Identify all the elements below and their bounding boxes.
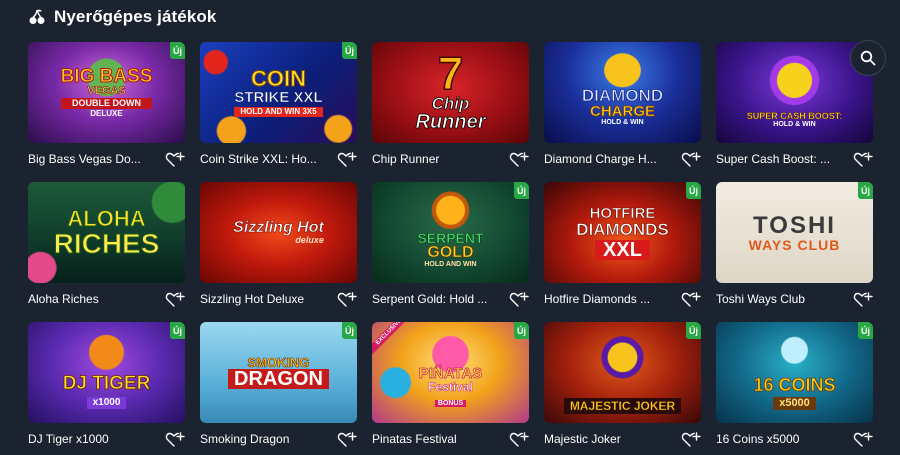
search-icon	[860, 50, 876, 66]
game-title[interactable]: Serpent Gold: Hold ...	[372, 292, 502, 306]
add-favorite-icon[interactable]	[165, 430, 185, 448]
game-title[interactable]: Toshi Ways Club	[716, 292, 846, 306]
game-tile[interactable]: DJ TIGER x1000 Új DJ Tiger x1000	[28, 322, 185, 455]
game-thumbnail[interactable]: ALOHA RICHES	[28, 182, 185, 283]
add-favorite-icon[interactable]	[681, 430, 701, 448]
game-logo: COIN STRIKE XXL HOLD AND WIN 3X5	[234, 66, 323, 117]
section-title: Nyerőgépes játékok	[54, 7, 217, 26]
game-title[interactable]: Super Cash Boost: ...	[716, 152, 846, 166]
add-favorite-icon[interactable]	[853, 430, 873, 448]
game-thumbnail[interactable]: MAJESTIC JOKER Új	[544, 322, 701, 423]
game-thumbnail[interactable]: COIN STRIKE XXL HOLD AND WIN 3X5 Új	[200, 42, 357, 143]
game-thumbnail[interactable]: SMOKING DRAGON Új	[200, 322, 357, 423]
game-tile[interactable]: HOTFIRE DIAMONDS XXL Új Hotfire Diamonds…	[544, 182, 701, 322]
game-thumbnail[interactable]: DJ TIGER x1000 Új	[28, 322, 185, 423]
add-favorite-icon[interactable]	[681, 150, 701, 168]
add-favorite-icon[interactable]	[509, 290, 529, 308]
new-badge: Új	[858, 322, 873, 339]
add-favorite-icon[interactable]	[337, 150, 357, 168]
game-title[interactable]: DJ Tiger x1000	[28, 432, 158, 446]
game-logo: 16 COINS x5000	[753, 374, 836, 410]
game-title[interactable]: Majestic Joker	[544, 432, 674, 446]
add-favorite-icon[interactable]	[165, 290, 185, 308]
game-logo: Sizzling Hot deluxe	[233, 219, 324, 245]
game-tile[interactable]: MAJESTIC JOKER Új Majestic Joker	[544, 322, 701, 455]
game-logo: 7 Chip Runner	[415, 47, 486, 133]
game-tile[interactable]: BIG BASS VEGAS DOUBLE DOWN DELUXE Új Big…	[28, 42, 185, 182]
new-badge: Új	[686, 182, 701, 199]
game-thumbnail[interactable]: 7 Chip Runner	[372, 42, 529, 143]
game-title[interactable]: Aloha Riches	[28, 292, 158, 306]
game-title[interactable]: Hotfire Diamonds ...	[544, 292, 674, 306]
game-logo: HOTFIRE DIAMONDS XXL	[576, 204, 669, 261]
game-logo: DIAMOND CHARGE HOLD & WIN	[581, 86, 664, 126]
search-button[interactable]	[850, 40, 886, 76]
game-tile[interactable]: SERPENT GOLD HOLD AND WIN Új Serpent Gol…	[372, 182, 529, 322]
new-badge: Új	[514, 322, 529, 339]
new-badge: Új	[170, 322, 185, 339]
game-tile[interactable]: 16 COINS x5000 Új 16 Coins x5000	[716, 322, 873, 455]
game-title[interactable]: Pinatas Festival	[372, 432, 502, 446]
game-thumbnail[interactable]: DIAMOND CHARGE HOLD & WIN	[544, 42, 701, 143]
new-badge: Új	[342, 322, 357, 339]
game-logo: SUPER CASH BOOST: HOLD & WIN	[746, 110, 843, 128]
game-tile[interactable]: SUPER CASH BOOST: HOLD & WIN Super Cash …	[716, 42, 873, 182]
cherry-icon	[28, 8, 46, 26]
add-favorite-icon[interactable]	[681, 290, 701, 308]
add-favorite-icon[interactable]	[337, 430, 357, 448]
game-title[interactable]: Coin Strike XXL: Ho...	[200, 152, 330, 166]
section-header: Nyerőgépes játékok	[28, 6, 216, 28]
game-tile[interactable]: SMOKING DRAGON Új Smoking Dragon	[200, 322, 357, 455]
game-title[interactable]: Diamond Charge H...	[544, 152, 674, 166]
game-thumbnail[interactable]: SERPENT GOLD HOLD AND WIN Új	[372, 182, 529, 283]
game-logo: BIG BASS VEGAS DOUBLE DOWN DELUXE	[60, 66, 153, 118]
game-logo: MAJESTIC JOKER	[563, 397, 682, 414]
game-tile[interactable]: TOSHI WAYS CLUB Új Toshi Ways Club	[716, 182, 873, 322]
game-logo: ALOHA RICHES	[53, 205, 160, 259]
game-tile[interactable]: COIN STRIKE XXL HOLD AND WIN 3X5 Új Coin…	[200, 42, 357, 182]
game-grid: BIG BASS VEGAS DOUBLE DOWN DELUXE Új Big…	[28, 42, 873, 455]
game-thumbnail[interactable]: TOSHI WAYS CLUB Új	[716, 182, 873, 283]
game-thumbnail[interactable]: 16 COINS x5000 Új	[716, 322, 873, 423]
game-logo: PIÑATAS Festival BONUS	[418, 365, 483, 407]
game-tile[interactable]: PIÑATAS Festival BONUS EXCLUSIVE Új Pina…	[372, 322, 529, 455]
new-badge: Új	[858, 182, 873, 199]
game-logo: DJ TIGER x1000	[62, 373, 151, 409]
game-tile[interactable]: Sizzling Hot deluxe Sizzling Hot Deluxe	[200, 182, 357, 322]
game-title[interactable]: Smoking Dragon	[200, 432, 330, 446]
game-logo: TOSHI WAYS CLUB	[748, 211, 841, 253]
game-tile[interactable]: 7 Chip Runner Chip Runner	[372, 42, 529, 182]
add-favorite-icon[interactable]	[509, 150, 529, 168]
new-badge: Új	[686, 322, 701, 339]
add-favorite-icon[interactable]	[853, 290, 873, 308]
game-logo: SERPENT GOLD HOLD AND WIN	[417, 230, 484, 268]
new-badge: Új	[170, 42, 185, 59]
game-thumbnail[interactable]: HOTFIRE DIAMONDS XXL Új	[544, 182, 701, 283]
game-thumbnail[interactable]: PIÑATAS Festival BONUS EXCLUSIVE Új	[372, 322, 529, 423]
game-tile[interactable]: ALOHA RICHES Aloha Riches	[28, 182, 185, 322]
game-tile[interactable]: DIAMOND CHARGE HOLD & WIN Diamond Charge…	[544, 42, 701, 182]
game-title[interactable]: Chip Runner	[372, 152, 502, 166]
new-badge: Új	[514, 182, 529, 199]
add-favorite-icon[interactable]	[509, 430, 529, 448]
game-thumbnail[interactable]: Sizzling Hot deluxe	[200, 182, 357, 283]
game-title[interactable]: 16 Coins x5000	[716, 432, 846, 446]
add-favorite-icon[interactable]	[165, 150, 185, 168]
game-title[interactable]: Sizzling Hot Deluxe	[200, 292, 330, 306]
add-favorite-icon[interactable]	[337, 290, 357, 308]
game-thumbnail[interactable]: BIG BASS VEGAS DOUBLE DOWN DELUXE Új	[28, 42, 185, 143]
game-logo: SMOKING DRAGON	[228, 356, 329, 389]
game-title[interactable]: Big Bass Vegas Do...	[28, 152, 158, 166]
new-badge: Új	[342, 42, 357, 59]
add-favorite-icon[interactable]	[853, 150, 873, 168]
